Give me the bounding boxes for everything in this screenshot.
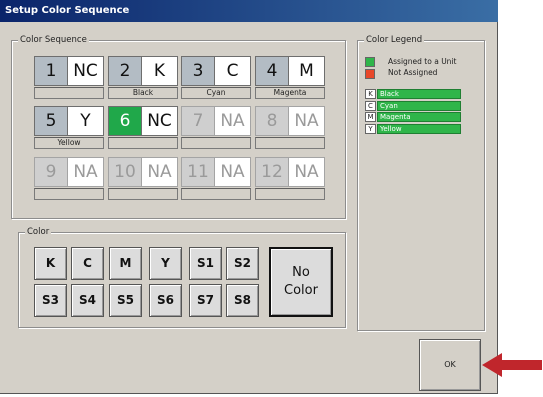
slot-number: 6 xyxy=(108,106,142,136)
slot-number: 11 xyxy=(181,157,215,187)
sequence-slot-2[interactable]: 2 K Black xyxy=(108,56,178,103)
color-button-s6[interactable]: S6 xyxy=(149,284,182,317)
color-button-k[interactable]: K xyxy=(34,247,67,280)
setup-color-sequence-window: Setup Color Sequence Color Sequence 1 NC 2… xyxy=(0,0,498,394)
color-button-c[interactable]: C xyxy=(71,247,104,280)
sequence-slot-4[interactable]: 4 M Magenta xyxy=(255,56,325,103)
slot-number: 3 xyxy=(181,56,215,86)
sequence-slot-9[interactable]: 9 NA xyxy=(34,157,104,204)
slot-color-name: Black xyxy=(108,87,178,99)
slot-color-name: Magenta xyxy=(255,87,325,99)
not-assigned-swatch xyxy=(365,69,375,79)
slot-color-code: NC xyxy=(142,106,178,136)
slot-color-name xyxy=(181,188,251,200)
legend-key: M xyxy=(365,112,376,122)
color-button-s7[interactable]: S7 xyxy=(189,284,222,317)
slot-color-code: K xyxy=(142,56,178,86)
slot-color-name xyxy=(181,137,251,149)
legend-entry-magenta: M Magenta xyxy=(365,112,461,122)
legend-entry-black: K Black xyxy=(365,89,461,99)
legend-entry-yellow: Y Yellow xyxy=(365,123,461,134)
color-legend-title: Color Legend xyxy=(364,34,425,46)
slot-color-code: NA xyxy=(142,157,178,187)
slot-color-code: C xyxy=(215,56,251,86)
slot-color-name xyxy=(34,87,104,99)
slot-number: 1 xyxy=(34,56,68,86)
legend-key: K xyxy=(365,89,376,99)
slot-color-code: M xyxy=(289,56,325,86)
legend-name: Magenta xyxy=(377,112,461,122)
legend-key: C xyxy=(365,100,376,111)
slot-color-name: Cyan xyxy=(181,87,251,99)
color-group-title: Color xyxy=(25,226,52,238)
slot-color-code: NA xyxy=(68,157,104,187)
slot-number: 8 xyxy=(255,106,289,136)
sequence-slot-1[interactable]: 1 NC xyxy=(34,56,104,103)
sequence-slot-7[interactable]: 7 NA xyxy=(181,106,251,153)
sequence-slot-3[interactable]: 3 C Cyan xyxy=(181,56,251,103)
legend-name: Cyan xyxy=(377,100,461,111)
assigned-label: Assigned to a Unit xyxy=(388,57,457,66)
window-title: Setup Color Sequence xyxy=(0,0,498,22)
slot-color-code: NA xyxy=(289,157,325,187)
sequence-slot-12[interactable]: 12 NA xyxy=(255,157,325,204)
no-color-button[interactable]: No Color xyxy=(269,247,333,317)
slot-color-code: Y xyxy=(68,106,104,136)
color-button-s4[interactable]: S4 xyxy=(71,284,104,317)
slot-number: 4 xyxy=(255,56,289,86)
slot-color-name xyxy=(108,137,178,149)
sequence-slot-11[interactable]: 11 NA xyxy=(181,157,251,204)
sequence-slot-8[interactable]: 8 NA xyxy=(255,106,325,153)
slot-color-name xyxy=(255,188,325,200)
slot-number: 5 xyxy=(34,106,68,136)
not-assigned-label: Not Assigned xyxy=(388,68,438,77)
legend-key: Y xyxy=(365,123,376,134)
legend-entry-cyan: C Cyan xyxy=(365,100,461,111)
slot-color-name xyxy=(34,188,104,200)
slot-number: 12 xyxy=(255,157,289,187)
slot-color-code: NA xyxy=(215,157,251,187)
sequence-slot-6[interactable]: 6 NC xyxy=(108,106,178,153)
color-button-s1[interactable]: S1 xyxy=(189,247,222,280)
slot-color-code: NA xyxy=(215,106,251,136)
no-color-label-line2: Color xyxy=(284,283,318,298)
slot-color-name xyxy=(255,137,325,149)
color-button-s5[interactable]: S5 xyxy=(109,284,142,317)
slot-number: 9 xyxy=(34,157,68,187)
slot-number: 2 xyxy=(108,56,142,86)
no-color-label-line1: No xyxy=(292,265,310,280)
legend-name: Yellow xyxy=(377,123,461,134)
color-sequence-title: Color Sequence xyxy=(18,34,89,46)
slot-number: 7 xyxy=(181,106,215,136)
slot-color-code: NC xyxy=(68,56,104,86)
slot-color-name: Yellow xyxy=(34,137,104,149)
pointer-arrow-icon xyxy=(482,353,542,377)
sequence-slot-10[interactable]: 10 NA xyxy=(108,157,178,204)
sequence-slot-5[interactable]: 5 Y Yellow xyxy=(34,106,104,153)
assigned-swatch xyxy=(365,57,375,67)
legend-name: Black xyxy=(377,89,461,99)
slot-color-name xyxy=(108,188,178,200)
color-button-s2[interactable]: S2 xyxy=(226,247,259,280)
color-legend-group: Color Legend xyxy=(357,34,485,331)
color-button-y[interactable]: Y xyxy=(149,247,182,280)
arrow-shape xyxy=(482,353,542,377)
slot-color-code: NA xyxy=(289,106,325,136)
color-button-s3[interactable]: S3 xyxy=(34,284,67,317)
color-button-s8[interactable]: S8 xyxy=(226,284,259,317)
color-button-m[interactable]: M xyxy=(109,247,142,280)
slot-number: 10 xyxy=(108,157,142,187)
